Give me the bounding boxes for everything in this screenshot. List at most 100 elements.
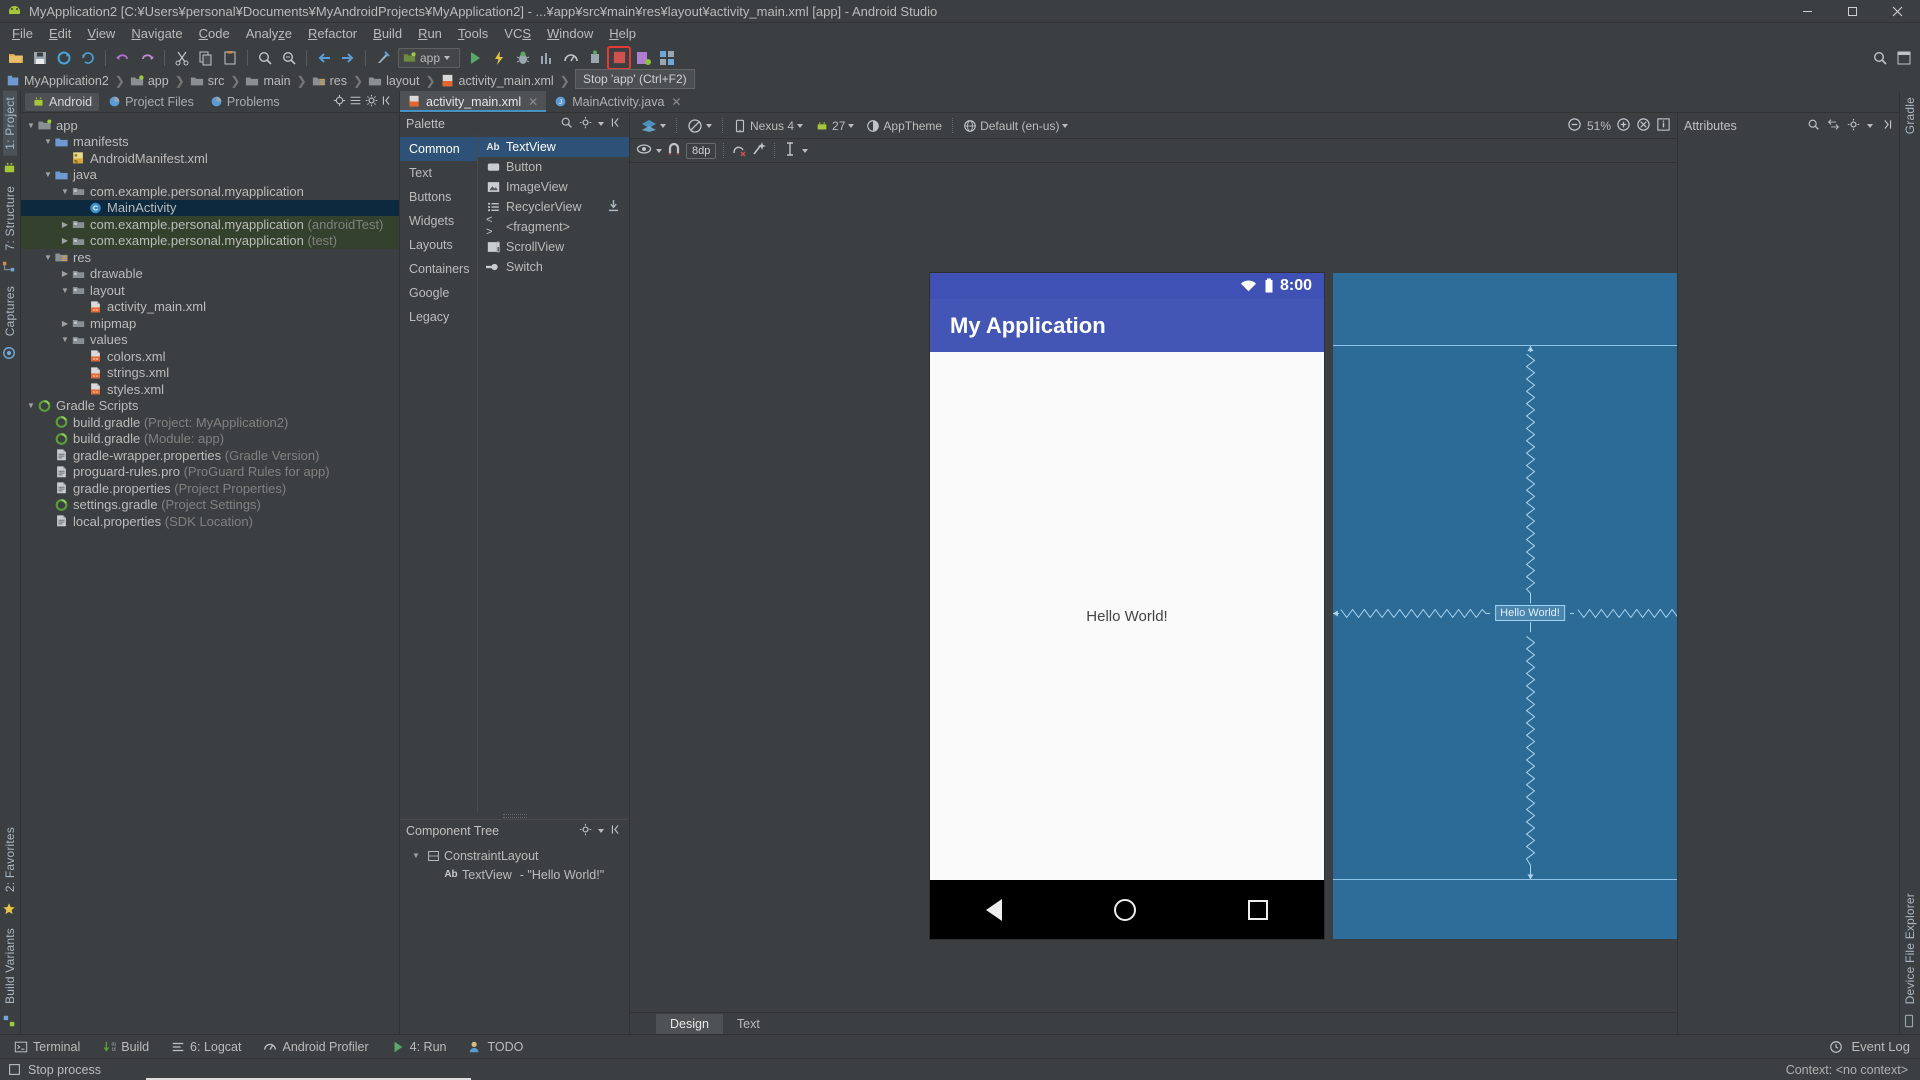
chevron-down-icon[interactable] <box>797 123 804 128</box>
minimize-button[interactable] <box>1785 0 1830 23</box>
locate-icon[interactable] <box>333 94 346 110</box>
menu-help[interactable]: Help <box>601 24 644 43</box>
search-icon[interactable] <box>1807 118 1820 134</box>
editor-tab-activity-main-xml[interactable]: activity_main.xml ✕ <box>400 91 547 112</box>
zoom-in-icon[interactable] <box>1616 117 1631 135</box>
tab-design[interactable]: Design <box>656 1013 723 1034</box>
align-vertical-icon[interactable] <box>782 141 798 160</box>
breadcrumb-item-file[interactable]: activity_main.xml ❯ <box>441 74 575 88</box>
replace-icon[interactable] <box>278 47 300 69</box>
palette-category-common[interactable]: Common <box>400 137 477 161</box>
design-mode-group[interactable] <box>636 118 671 134</box>
close-icon[interactable]: ✕ <box>528 95 538 109</box>
avd-manager-icon[interactable] <box>632 47 654 69</box>
project-tree-row[interactable]: ▶ mipmap <box>21 315 399 332</box>
palette-items[interactable]: Ab TextView Button ImageView RecyclerView < >… <box>478 135 629 813</box>
api-level-selector[interactable]: 27 <box>810 119 859 133</box>
download-icon[interactable] <box>608 199 619 215</box>
chevron-down-icon[interactable]: ▼ <box>42 170 54 179</box>
project-tree-row[interactable]: build.gradle (Project: MyApplication2) <box>21 414 399 431</box>
project-tree-row[interactable]: proguard-rules.pro (ProGuard Rules for a… <box>21 464 399 481</box>
infer-constraints-icon[interactable] <box>751 141 767 160</box>
forward-icon[interactable] <box>337 47 359 69</box>
menu-run[interactable]: Run <box>410 24 450 43</box>
event-log-group[interactable]: Event Log <box>1829 1039 1920 1054</box>
project-tree-row[interactable]: ▶ com.example.personal.myapplication (tes… <box>21 232 399 249</box>
chevron-down-icon[interactable] <box>802 148 809 153</box>
build-icon[interactable] <box>372 47 394 69</box>
chevron-down-icon[interactable]: ▼ <box>25 121 37 130</box>
palette-item-recyclerview[interactable]: RecyclerView <box>478 197 629 217</box>
menu-file[interactable]: File <box>4 24 41 43</box>
paste-icon[interactable] <box>219 47 241 69</box>
tab-android[interactable]: Android <box>25 92 100 111</box>
show-constraints-icon[interactable] <box>636 141 652 160</box>
nav-back-icon[interactable] <box>986 898 1002 921</box>
project-tree-row[interactable]: gradle-wrapper.properties (Gradle Versio… <box>21 447 399 464</box>
menu-view[interactable]: View <box>79 24 123 43</box>
hello-world-textview[interactable]: Hello World! <box>1086 608 1167 625</box>
tool-button-android-profiler[interactable]: Android Profiler <box>263 1040 369 1054</box>
redo-icon[interactable] <box>136 47 158 69</box>
run-button[interactable] <box>464 47 486 69</box>
project-tree-row[interactable]: local.properties (SDK Location) <box>21 513 399 530</box>
menu-window[interactable]: Window <box>539 24 601 43</box>
collapse-tree-icon[interactable] <box>610 823 623 839</box>
cut-icon[interactable] <box>171 47 193 69</box>
palette-item-scrollview[interactable]: ScrollView <box>478 237 629 257</box>
project-tree-row[interactable]: ▶ com.example.personal.myapplication (and… <box>21 216 399 233</box>
sidebar-tab-captures[interactable]: Captures <box>3 280 17 342</box>
palette-category-containers[interactable]: Containers <box>400 257 477 281</box>
chevron-down-icon[interactable]: ▼ <box>42 137 54 146</box>
sidebar-tab-favorites[interactable]: 2: Favorites <box>3 821 17 898</box>
tool-button-terminal[interactable]: Terminal <box>14 1040 80 1054</box>
device-selector[interactable]: Nexus 4 <box>728 119 808 133</box>
tab-project-files[interactable]: Project Files <box>101 93 201 111</box>
layout-editor-icon[interactable] <box>1893 47 1915 69</box>
tool-button-logcat[interactable]: 6: Logcat <box>171 1040 241 1054</box>
sort-attributes-icon[interactable] <box>1827 118 1840 134</box>
zoom-out-icon[interactable] <box>1567 117 1582 135</box>
info-icon[interactable] <box>1656 117 1671 135</box>
tool-button-build[interactable]: 01 10 Build <box>102 1040 149 1054</box>
chevron-right-icon[interactable]: ▶ <box>59 319 71 328</box>
sidebar-tab-structure[interactable]: 7: Structure <box>3 180 17 256</box>
project-tree-row[interactable]: ▶ drawable <box>21 266 399 283</box>
sidebar-tab-project[interactable]: 1: Project <box>3 91 17 156</box>
blueprint-preview[interactable]: Hello World! <box>1333 273 1677 939</box>
project-tree-row[interactable]: <> colors.xml <box>21 348 399 365</box>
project-tree-row[interactable]: ▼ app <box>21 117 399 134</box>
autoconnect-magnet-icon[interactable] <box>666 141 682 160</box>
chevron-down-icon[interactable] <box>706 123 712 128</box>
breadcrumb-item-src[interactable]: src ❯ <box>190 74 246 88</box>
undo-icon[interactable] <box>112 47 134 69</box>
tab-problems[interactable]: Problems <box>203 93 287 111</box>
zoom-fit-icon[interactable] <box>1636 117 1651 135</box>
project-tree-row[interactable]: ▼ com.example.personal.myapplication <box>21 183 399 200</box>
project-tree-row[interactable]: gradle.properties (Project Properties) <box>21 480 399 497</box>
sidebar-tab-device-file-explorer[interactable]: Device File Explorer <box>1903 887 1917 1010</box>
palette-category-buttons[interactable]: Buttons <box>400 185 477 209</box>
run-tests-icon[interactable] <box>536 47 558 69</box>
chevron-down-icon[interactable] <box>1062 123 1069 128</box>
chevron-right-icon[interactable]: ▶ <box>59 236 71 245</box>
theme-selector[interactable]: AppTheme <box>861 119 947 133</box>
chevron-right-icon[interactable]: ▶ <box>59 220 71 229</box>
component-tree-row[interactable]: Ab TextView - "Hello World!" <box>400 865 629 884</box>
debug-icon[interactable] <box>512 47 534 69</box>
project-tree-row[interactable]: ▼ java <box>21 167 399 184</box>
breadcrumb-item-main[interactable]: main ❯ <box>245 74 311 88</box>
save-all-icon[interactable] <box>29 47 51 69</box>
palette-category-legacy[interactable]: Legacy <box>400 305 477 329</box>
project-tree-row[interactable]: settings.gradle (Project Settings) <box>21 497 399 514</box>
chevron-down-icon[interactable] <box>660 123 666 128</box>
project-tree-row[interactable]: ▼ values <box>21 332 399 349</box>
breadcrumb-item-app[interactable]: app ❯ <box>130 74 190 88</box>
gear-icon[interactable] <box>579 116 592 132</box>
menu-build[interactable]: Build <box>365 24 410 43</box>
project-tree-row[interactable]: <> styles.xml <box>21 381 399 398</box>
project-tree-row[interactable]: C MainActivity <box>21 199 399 216</box>
chevron-down-icon[interactable] <box>1867 124 1873 128</box>
profile-icon[interactable] <box>560 47 582 69</box>
component-tree[interactable]: ▼ ConstraintLayout Ab TextView - "Hello Worl… <box>400 842 629 884</box>
